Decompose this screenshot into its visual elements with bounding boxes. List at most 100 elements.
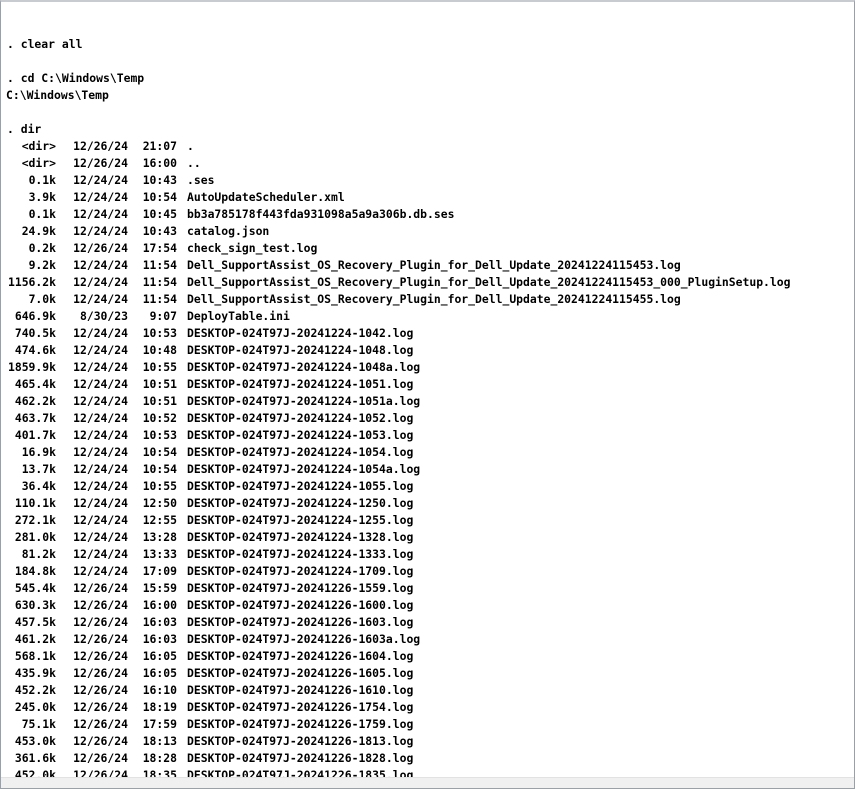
dir-entry-time: 10:51	[142, 377, 177, 391]
dir-entry-time: 10:54	[142, 462, 177, 476]
dir-entry-name: catalog.json	[187, 224, 270, 238]
dir-entry-size: 474.6k	[14, 343, 56, 357]
dir-entry-date: 12/24/24	[73, 564, 128, 578]
dir-entry-time: 10:53	[142, 326, 177, 340]
dir-entry-date: 12/24/24	[73, 445, 128, 459]
dir-entry-date: 12/26/24	[73, 598, 128, 612]
dir-entry-name: .	[187, 139, 194, 153]
dir-entry-date: 12/24/24	[73, 173, 128, 187]
results-window: . clear all . cd C:\Windows\Temp C:\Wind…	[0, 0, 855, 789]
dir-entry-date: 12/24/24	[73, 258, 128, 272]
dir-entry-row: 245.0k 12/26/24 18:19 DESKTOP-024T97J-20241…	[1, 699, 854, 716]
dir-entry-name: DESKTOP-024T97J-20241226-1610.log	[187, 683, 414, 697]
dir-entry-size: 462.2k	[14, 394, 56, 408]
dir-entry-time: 15:59	[142, 581, 177, 595]
dir-entry-date: 12/26/24	[73, 581, 128, 595]
dir-entry-size: 461.2k	[14, 632, 56, 646]
dir-entry-time: 18:28	[142, 751, 177, 765]
dir-entry-row: 435.9k 12/26/24 16:05 DESKTOP-024T97J-20241…	[1, 665, 854, 682]
dir-entry-name: DESKTOP-024T97J-20241226-1605.log	[187, 666, 414, 680]
dir-entry-row: 281.0k 12/24/24 13:28 DESKTOP-024T97J-20241…	[1, 529, 854, 546]
dir-entry-size: 568.1k	[14, 649, 56, 663]
dir-entry-size: 630.3k	[14, 598, 56, 612]
dir-entry-time: 10:43	[142, 173, 177, 187]
horizontal-scrollbar[interactable]	[1, 777, 854, 788]
dir-entry-name: DESKTOP-024T97J-20241224-1053.log	[187, 428, 414, 442]
dir-entry-time: 16:05	[142, 666, 177, 680]
dir-entry-time: 10:53	[142, 428, 177, 442]
dir-entry-row: <dir> 12/26/24 21:07.	[1, 138, 854, 155]
command-cd-output: C:\Windows\Temp	[6, 88, 109, 102]
dir-entry-name: DESKTOP-024T97J-20241224-1042.log	[187, 326, 414, 340]
dir-entry-name: DESKTOP-024T97J-20241224-1052.log	[187, 411, 414, 425]
dir-entry-row: 0.1k 12/24/24 10:45 bb3a785178f443fda931098…	[1, 206, 854, 223]
dir-entry-name: DESKTOP-024T97J-20241224-1328.log	[187, 530, 414, 544]
dir-entry-name: AutoUpdateScheduler.xml	[187, 190, 345, 204]
dir-entry-size: 1859.9k	[7, 360, 56, 374]
dir-entry-date: 12/24/24	[73, 479, 128, 493]
dir-entry-name: Dell_SupportAssist_OS_Recovery_Plugin_fo…	[187, 292, 681, 306]
dir-entry-name: DeployTable.ini	[187, 309, 290, 323]
dir-entry-size: 281.0k	[14, 530, 56, 544]
dir-entry-time: 11:54	[142, 275, 177, 289]
dir-entry-row: 461.2k 12/26/24 16:03 DESKTOP-024T97J-20241…	[1, 631, 854, 648]
dir-entry-row: 81.2k 12/24/24 13:33 DESKTOP-024T97J-202412…	[1, 546, 854, 563]
dir-entry-size: 457.5k	[14, 615, 56, 629]
dir-entry-row: 630.3k 12/26/24 16:00 DESKTOP-024T97J-20241…	[1, 597, 854, 614]
dir-entry-row: 1859.9k 12/24/24 10:55 DESKTOP-024T97J-2024…	[1, 359, 854, 376]
dir-entry-time: 16:00	[142, 156, 177, 170]
dir-entry-time: 10:55	[142, 360, 177, 374]
dir-entry-time: 16:03	[142, 632, 177, 646]
dir-entry-row: 740.5k 12/24/24 10:53 DESKTOP-024T97J-20241…	[1, 325, 854, 342]
command-clear-all: . clear all	[7, 37, 83, 51]
dir-entry-date: 12/24/24	[73, 530, 128, 544]
dir-entry-date: 12/26/24	[73, 241, 128, 255]
dir-entry-size: 0.1k	[28, 173, 56, 187]
dir-entry-size: 0.2k	[28, 241, 56, 255]
dir-entry-date: 12/24/24	[73, 275, 128, 289]
dir-entry-date: 12/26/24	[73, 700, 128, 714]
dir-entry-name: DESKTOP-024T97J-20241224-1709.log	[187, 564, 414, 578]
dir-entry-time: 9:07	[149, 309, 177, 323]
dir-entry-name: .ses	[187, 173, 215, 187]
dir-entry-name: DESKTOP-024T97J-20241224-1255.log	[187, 513, 414, 527]
dir-entry-size: 1156.2k	[7, 275, 56, 289]
dir-entry-row: 184.8k 12/24/24 17:09 DESKTOP-024T97J-20241…	[1, 563, 854, 580]
dir-entry-date: 12/26/24	[73, 156, 128, 170]
dir-entry-size: <dir>	[21, 139, 56, 153]
dir-entry-size: 401.7k	[14, 428, 56, 442]
dir-entry-time: 10:45	[142, 207, 177, 221]
dir-entry-time: 10:48	[142, 343, 177, 357]
dir-entry-row: 0.1k 12/24/24 10:43 .ses	[1, 172, 854, 189]
dir-entry-size: 0.1k	[28, 207, 56, 221]
dir-entry-row: 1156.2k 12/24/24 11:54 Dell_SupportAssist_O…	[1, 274, 854, 291]
dir-entry-date: 12/24/24	[73, 411, 128, 425]
dir-entry-row: 9.2k 12/24/24 11:54 Dell_SupportAssist_OS_R…	[1, 257, 854, 274]
dir-entry-name: DESKTOP-024T97J-20241224-1051a.log	[187, 394, 421, 408]
dir-entry-row: 7.0k 12/24/24 11:54 Dell_SupportAssist_OS_R…	[1, 291, 854, 308]
dir-entry-time: 10:43	[142, 224, 177, 238]
dir-entry-name: DESKTOP-024T97J-20241226-1828.log	[187, 751, 414, 765]
dir-entry-name: DESKTOP-024T97J-20241226-1759.log	[187, 717, 414, 731]
dir-entry-time: 16:10	[142, 683, 177, 697]
dir-entry-size: 545.4k	[14, 581, 56, 595]
dir-entry-date: 12/24/24	[73, 292, 128, 306]
dir-entry-row: 545.4k 12/26/24 15:59 DESKTOP-024T97J-20241…	[1, 580, 854, 597]
dir-entry-date: 12/24/24	[73, 190, 128, 204]
dir-entry-row: 13.7k 12/24/24 10:54 DESKTOP-024T97J-202412…	[1, 461, 854, 478]
dir-entry-size: 435.9k	[14, 666, 56, 680]
dir-entry-row: 75.1k 12/26/24 17:59 DESKTOP-024T97J-202412…	[1, 716, 854, 733]
dir-entry-time: 11:54	[142, 258, 177, 272]
dir-entry-row: 463.7k 12/24/24 10:52 DESKTOP-024T97J-20241…	[1, 410, 854, 427]
dir-entry-time: 13:33	[142, 547, 177, 561]
results-pane[interactable]: . clear all . cd C:\Windows\Temp C:\Wind…	[1, 2, 854, 778]
dir-entry-time: 17:54	[142, 241, 177, 255]
dir-entry-time: 10:54	[142, 445, 177, 459]
dir-entry-time: 16:03	[142, 615, 177, 629]
dir-entry-size: <dir>	[21, 156, 56, 170]
dir-entry-name: DESKTOP-024T97J-20241224-1333.log	[187, 547, 414, 561]
dir-entry-row: 16.9k 12/24/24 10:54 DESKTOP-024T97J-202412…	[1, 444, 854, 461]
dir-entry-name: DESKTOP-024T97J-20241224-1051.log	[187, 377, 414, 391]
